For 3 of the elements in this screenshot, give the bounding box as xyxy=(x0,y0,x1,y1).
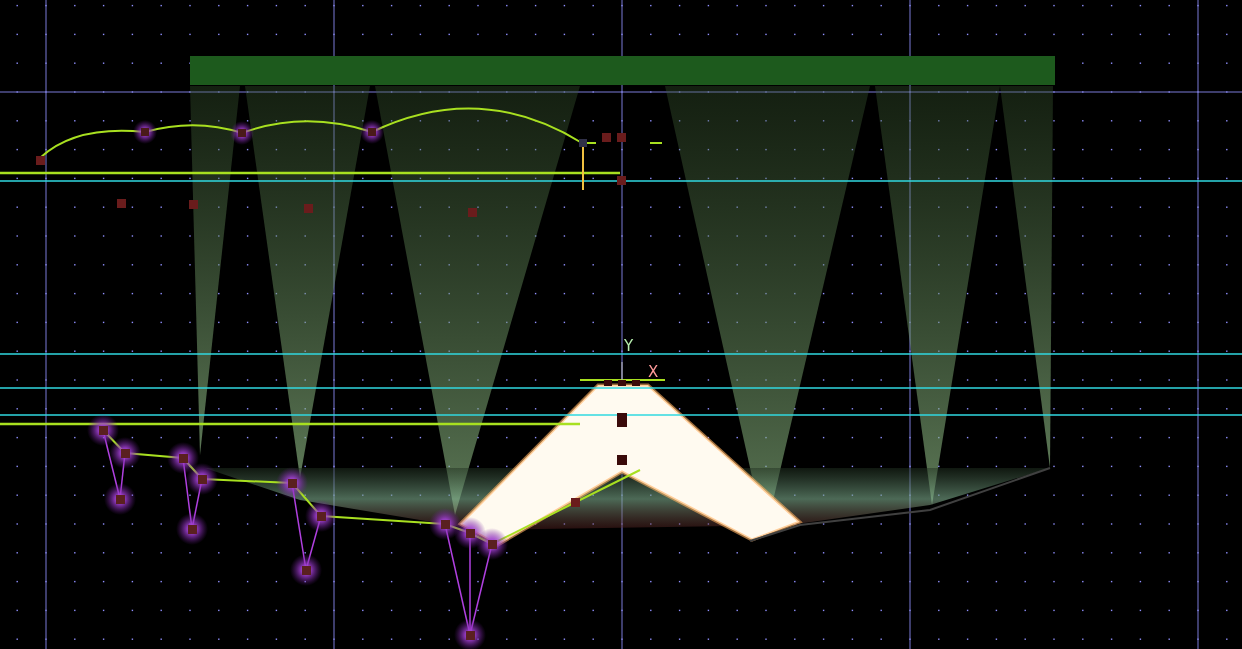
axis-label: X xyxy=(648,363,659,381)
axis-label: Y xyxy=(624,337,634,355)
light-source-bar[interactable] xyxy=(190,56,1055,85)
